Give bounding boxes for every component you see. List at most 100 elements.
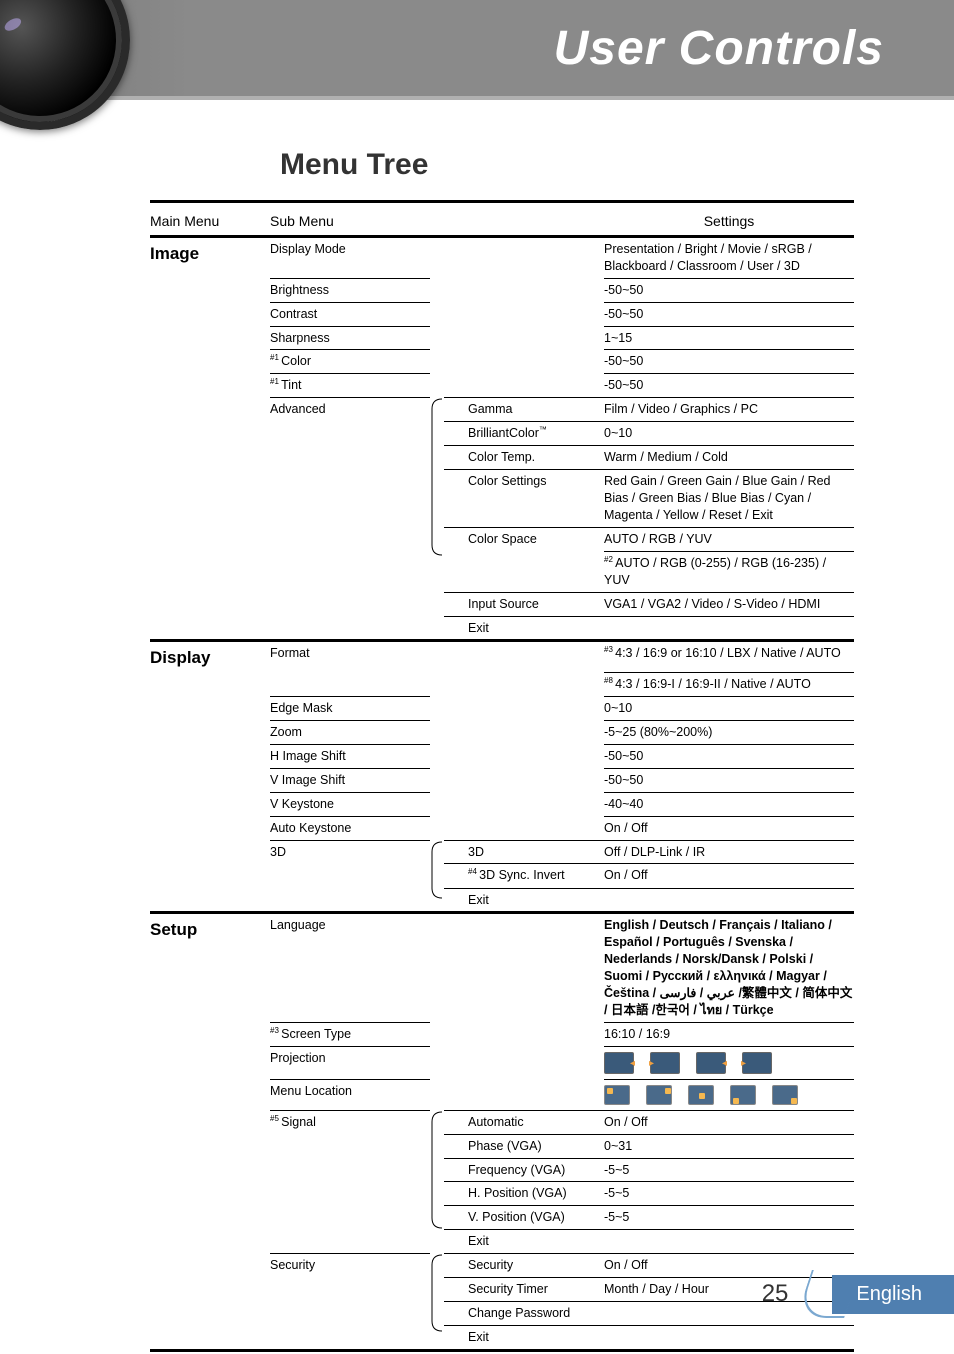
cell-level3: Color Temp.	[444, 445, 604, 469]
brace-col	[430, 720, 444, 744]
table-row: 3D3DOff / DLP-Link / IR	[150, 840, 854, 864]
menu-location-icon	[772, 1085, 798, 1105]
table-row: Exit	[150, 888, 854, 912]
page-swoosh	[796, 1274, 836, 1314]
cell-level3	[444, 302, 604, 326]
projection-icon	[604, 1052, 634, 1074]
cell-submenu: Display Mode	[270, 238, 430, 278]
table-row: Color Temp.Warm / Medium / Cold	[150, 445, 854, 469]
cell-level3: 3D	[444, 840, 604, 864]
cell-submenu	[270, 1205, 430, 1229]
cell-level3	[444, 1046, 604, 1079]
table-row: H Image Shift-50~50	[150, 744, 854, 768]
cell-settings	[604, 616, 854, 640]
table-row: BrilliantColor™0~10	[150, 421, 854, 445]
cell-submenu	[270, 1325, 430, 1349]
cell-settings: -40~40	[604, 792, 854, 816]
cell-submenu	[270, 1301, 430, 1325]
cell-settings: 1~15	[604, 326, 854, 350]
footer: 25 English	[762, 1274, 954, 1314]
table-row: Color SpaceAUTO / RGB / YUV	[150, 527, 854, 551]
cell-submenu	[270, 1277, 430, 1301]
table-row: Zoom-5~25 (80%~200%)	[150, 720, 854, 744]
cell-submenu	[270, 888, 430, 912]
cell-settings: 16:10 / 16:9	[604, 1022, 854, 1046]
brace-col	[430, 1079, 444, 1110]
hdr-sub: Sub Menu	[270, 213, 430, 229]
cell-submenu: #5 Signal	[270, 1110, 430, 1134]
cell-submenu: Security	[270, 1253, 430, 1277]
cell-submenu: Language	[270, 914, 430, 1021]
cell-submenu	[270, 1134, 430, 1158]
cell-settings: 0~31	[604, 1134, 854, 1158]
cell-settings: On / Off	[604, 816, 854, 840]
brace-col	[430, 592, 444, 616]
menu-location-icon	[688, 1085, 714, 1105]
cell-level3: Security Timer	[444, 1277, 604, 1301]
cell-level3	[444, 792, 604, 816]
brace-col	[430, 349, 444, 373]
cell-level3	[444, 672, 604, 696]
brace-col	[430, 672, 444, 696]
cell-level3: Frequency (VGA)	[444, 1158, 604, 1182]
cell-submenu	[270, 616, 430, 640]
banner-title: User Controls	[554, 21, 884, 76]
cell-level3: V. Position (VGA)	[444, 1205, 604, 1229]
brace-col	[430, 1022, 444, 1046]
cell-settings: -50~50	[604, 373, 854, 397]
rule	[150, 1349, 854, 1352]
table-row: Exit	[150, 1325, 854, 1349]
table-row: #1 Color-50~50	[150, 349, 854, 373]
cell-submenu: #3 Screen Type	[270, 1022, 430, 1046]
brace-col	[430, 914, 444, 1021]
brace-col	[430, 397, 444, 421]
cell-level3: Exit	[444, 888, 604, 912]
table-row: Color SettingsRed Gain / Green Gain / Bl…	[150, 469, 854, 527]
cell-settings: -50~50	[604, 302, 854, 326]
cell-submenu: Contrast	[270, 302, 430, 326]
brace-col	[430, 1229, 444, 1253]
cell-settings: 0~10	[604, 421, 854, 445]
cell-submenu: #1 Tint	[270, 373, 430, 397]
table-row: Security TimerMonth / Day / Hour	[150, 1277, 854, 1301]
brace-col	[430, 278, 444, 302]
cell-settings: 0~10	[604, 696, 854, 720]
table-row: Frequency (VGA)-5~5	[150, 1158, 854, 1182]
brace-col	[430, 1134, 444, 1158]
table-row: #4 3D Sync. InvertOn / Off	[150, 863, 854, 887]
menu-location-icon	[604, 1085, 630, 1105]
hdr-settings: Settings	[604, 213, 854, 229]
cell-level3	[444, 642, 604, 672]
cell-settings: Presentation / Bright / Movie / sRGB / B…	[604, 238, 854, 278]
cell-submenu	[270, 672, 430, 696]
brace-col	[430, 551, 444, 592]
cell-submenu	[270, 1158, 430, 1182]
brace-col	[430, 469, 444, 527]
cell-settings: -50~50	[604, 744, 854, 768]
brace-col	[430, 1301, 444, 1325]
cell-level3: Input Source	[444, 592, 604, 616]
table-row: #1 Tint -50~50	[150, 373, 854, 397]
cell-submenu	[270, 1181, 430, 1205]
table-row: V Image Shift-50~50	[150, 768, 854, 792]
brace-col	[430, 1046, 444, 1079]
brace-col	[430, 616, 444, 640]
cell-submenu: Brightness	[270, 278, 430, 302]
table-row: Projection	[150, 1046, 854, 1079]
section-name: Image	[150, 238, 270, 268]
cell-level3	[444, 278, 604, 302]
brace-col	[430, 863, 444, 887]
cell-submenu: V Image Shift	[270, 768, 430, 792]
cell-submenu	[270, 445, 430, 469]
table-row: H. Position (VGA)-5~5	[150, 1181, 854, 1205]
cell-settings: -5~5	[604, 1205, 854, 1229]
table-row: Brightness-50~50	[150, 278, 854, 302]
brace-col	[430, 1277, 444, 1301]
table-row: Input SourceVGA1 / VGA2 / Video / S-Vide…	[150, 592, 854, 616]
cell-level3	[444, 326, 604, 350]
cell-settings	[604, 1229, 854, 1253]
brace-col	[430, 326, 444, 350]
cell-settings: -5~5	[604, 1181, 854, 1205]
section-name: Display	[150, 642, 270, 672]
column-headers: Main Menu Sub Menu Settings	[150, 203, 854, 235]
